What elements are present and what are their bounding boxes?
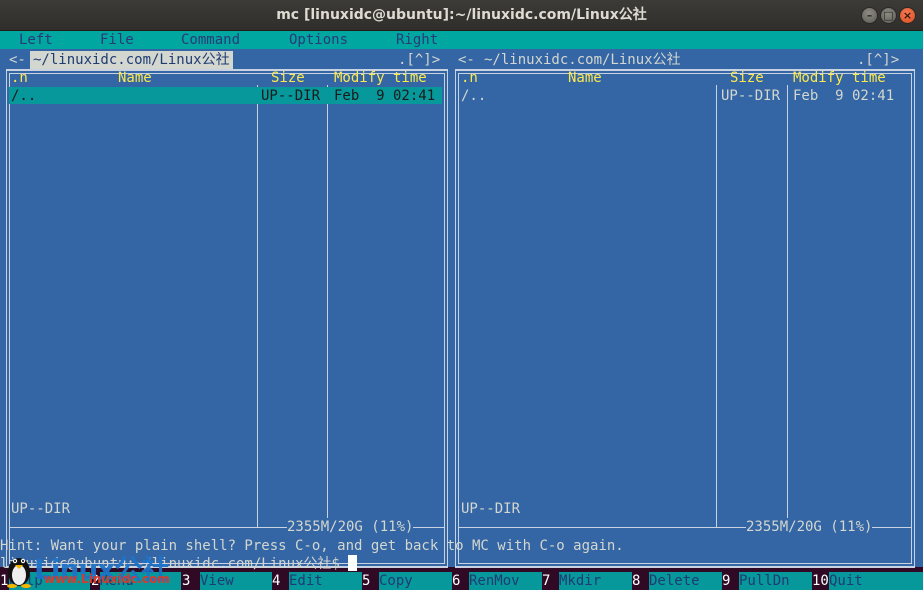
text-cursor	[348, 555, 358, 571]
right-row-size: UP--DIR	[721, 88, 781, 104]
terminal[interactable]: Left File Command Options Right <- ~/lin…	[0, 31, 923, 590]
right-free-space: 2355M/20G (11%)	[746, 518, 873, 536]
fkey-num: 7	[542, 572, 559, 590]
left-col-name[interactable]: Name	[118, 69, 152, 87]
fkey-menu[interactable]: 2Menu	[91, 572, 181, 590]
fkey-num: 5	[362, 572, 379, 590]
menu-command[interactable]: Command	[181, 31, 240, 49]
right-panel-nav-right[interactable]: .[^]>	[857, 51, 900, 69]
right-mini-status: UP--DIR	[461, 501, 521, 517]
fkey-num: 4	[272, 572, 289, 590]
left-col-modify[interactable]: Modify time	[334, 69, 427, 87]
fkey-label: PullDn	[739, 572, 812, 590]
fkey-num: 1	[0, 572, 9, 590]
left-mini-status: UP--DIR	[11, 501, 71, 517]
menu-left[interactable]: Left	[19, 31, 53, 49]
left-panel[interactable]	[6, 69, 448, 568]
shell-prompt[interactable]: linuxidc@ubuntu:~/linuxidc.com/Linux公社$	[0, 555, 358, 573]
fkey-edit[interactable]: 4 Edit	[272, 572, 362, 590]
mc-menubar: Left File Command Options Right	[0, 31, 923, 49]
right-panel-nav-left[interactable]: <-	[458, 51, 475, 69]
fkey-label: View	[200, 572, 272, 590]
window-title: mc [linuxidc@ubuntu]:~/linuxidc.com/Linu…	[276, 7, 647, 23]
fkey-label: Edit	[289, 572, 362, 590]
fkey-num: 2	[91, 572, 100, 590]
fkey-copy[interactable]: 5 Copy	[362, 572, 452, 590]
left-row-size: UP--DIR	[261, 88, 321, 104]
fkey-label: Delete	[649, 572, 722, 590]
fkey-mkdir[interactable]: 7 Mkdir	[542, 572, 632, 590]
fkey-label: Mkdir	[559, 572, 632, 590]
fkey-delete[interactable]: 8 Delete	[632, 572, 722, 590]
column-divider	[716, 85, 717, 527]
left-free-space: 2355M/20G (11%)	[287, 518, 414, 536]
fkey-quit[interactable]: 10Quit	[812, 572, 923, 590]
close-icon[interactable]: ×	[899, 7, 916, 24]
fkey-view[interactable]: 3 View	[182, 572, 272, 590]
left-col-n[interactable]: .n	[11, 69, 28, 87]
left-panel-path: ~/linuxidc.com/Linux公社	[30, 51, 233, 69]
fkey-label: Menu	[100, 572, 181, 590]
left-panel-nav-left[interactable]: <-	[9, 51, 26, 69]
fkey-num: 6	[452, 572, 469, 590]
fkey-num: 3	[182, 572, 200, 590]
panels-area	[0, 49, 923, 568]
left-col-size[interactable]: Size	[271, 69, 305, 87]
right-col-size[interactable]: Size	[730, 69, 764, 87]
right-panel-path: ~/linuxidc.com/Linux公社	[481, 51, 684, 69]
prompt-text: linuxidc@ubuntu:~/linuxidc.com/Linux公社$	[0, 556, 349, 572]
fkey-label: RenMov	[469, 572, 542, 590]
left-row-name: /..	[11, 88, 37, 104]
left-panel-nav-right[interactable]: .[^]>	[398, 51, 441, 69]
fkey-label: Help	[9, 572, 90, 590]
fkey-renmov[interactable]: 6 RenMov	[452, 572, 542, 590]
right-row-modify: Feb 9 02:41	[793, 88, 895, 104]
fkey-label: Copy	[379, 572, 452, 590]
right-col-modify[interactable]: Modify time	[793, 69, 886, 87]
column-divider	[327, 85, 328, 527]
column-divider	[787, 85, 788, 527]
column-divider	[257, 85, 258, 527]
right-col-name[interactable]: Name	[568, 69, 602, 87]
fkey-label: Quit	[829, 572, 923, 590]
right-row-name[interactable]: /..	[461, 87, 486, 105]
maximize-icon[interactable]: □	[880, 7, 897, 24]
hint-line: Hint: Want your plain shell? Press C-o, …	[0, 538, 624, 554]
fkey-pulldn[interactable]: 9 PullDn	[722, 572, 812, 590]
menu-right[interactable]: Right	[396, 31, 438, 49]
fkey-num: 8	[632, 572, 649, 590]
fkey-help[interactable]: 1Help	[0, 572, 90, 590]
menu-file[interactable]: File	[100, 31, 134, 49]
menu-options[interactable]: Options	[289, 31, 348, 49]
function-key-bar: 1Help 2Menu 3 View 4 Edit 5 Copy 6 RenMov 7M…	[0, 572, 923, 590]
window-titlebar: mc [linuxidc@ubuntu]:~/linuxidc.com/Linu…	[0, 0, 923, 31]
minimize-icon[interactable]: –	[861, 7, 878, 24]
fkey-num: 10	[812, 572, 829, 590]
left-row-modify: Feb 9 02:41	[334, 88, 436, 104]
right-panel[interactable]	[455, 69, 915, 568]
fkey-num: 9	[722, 572, 739, 590]
right-col-n[interactable]: .n	[461, 69, 478, 87]
